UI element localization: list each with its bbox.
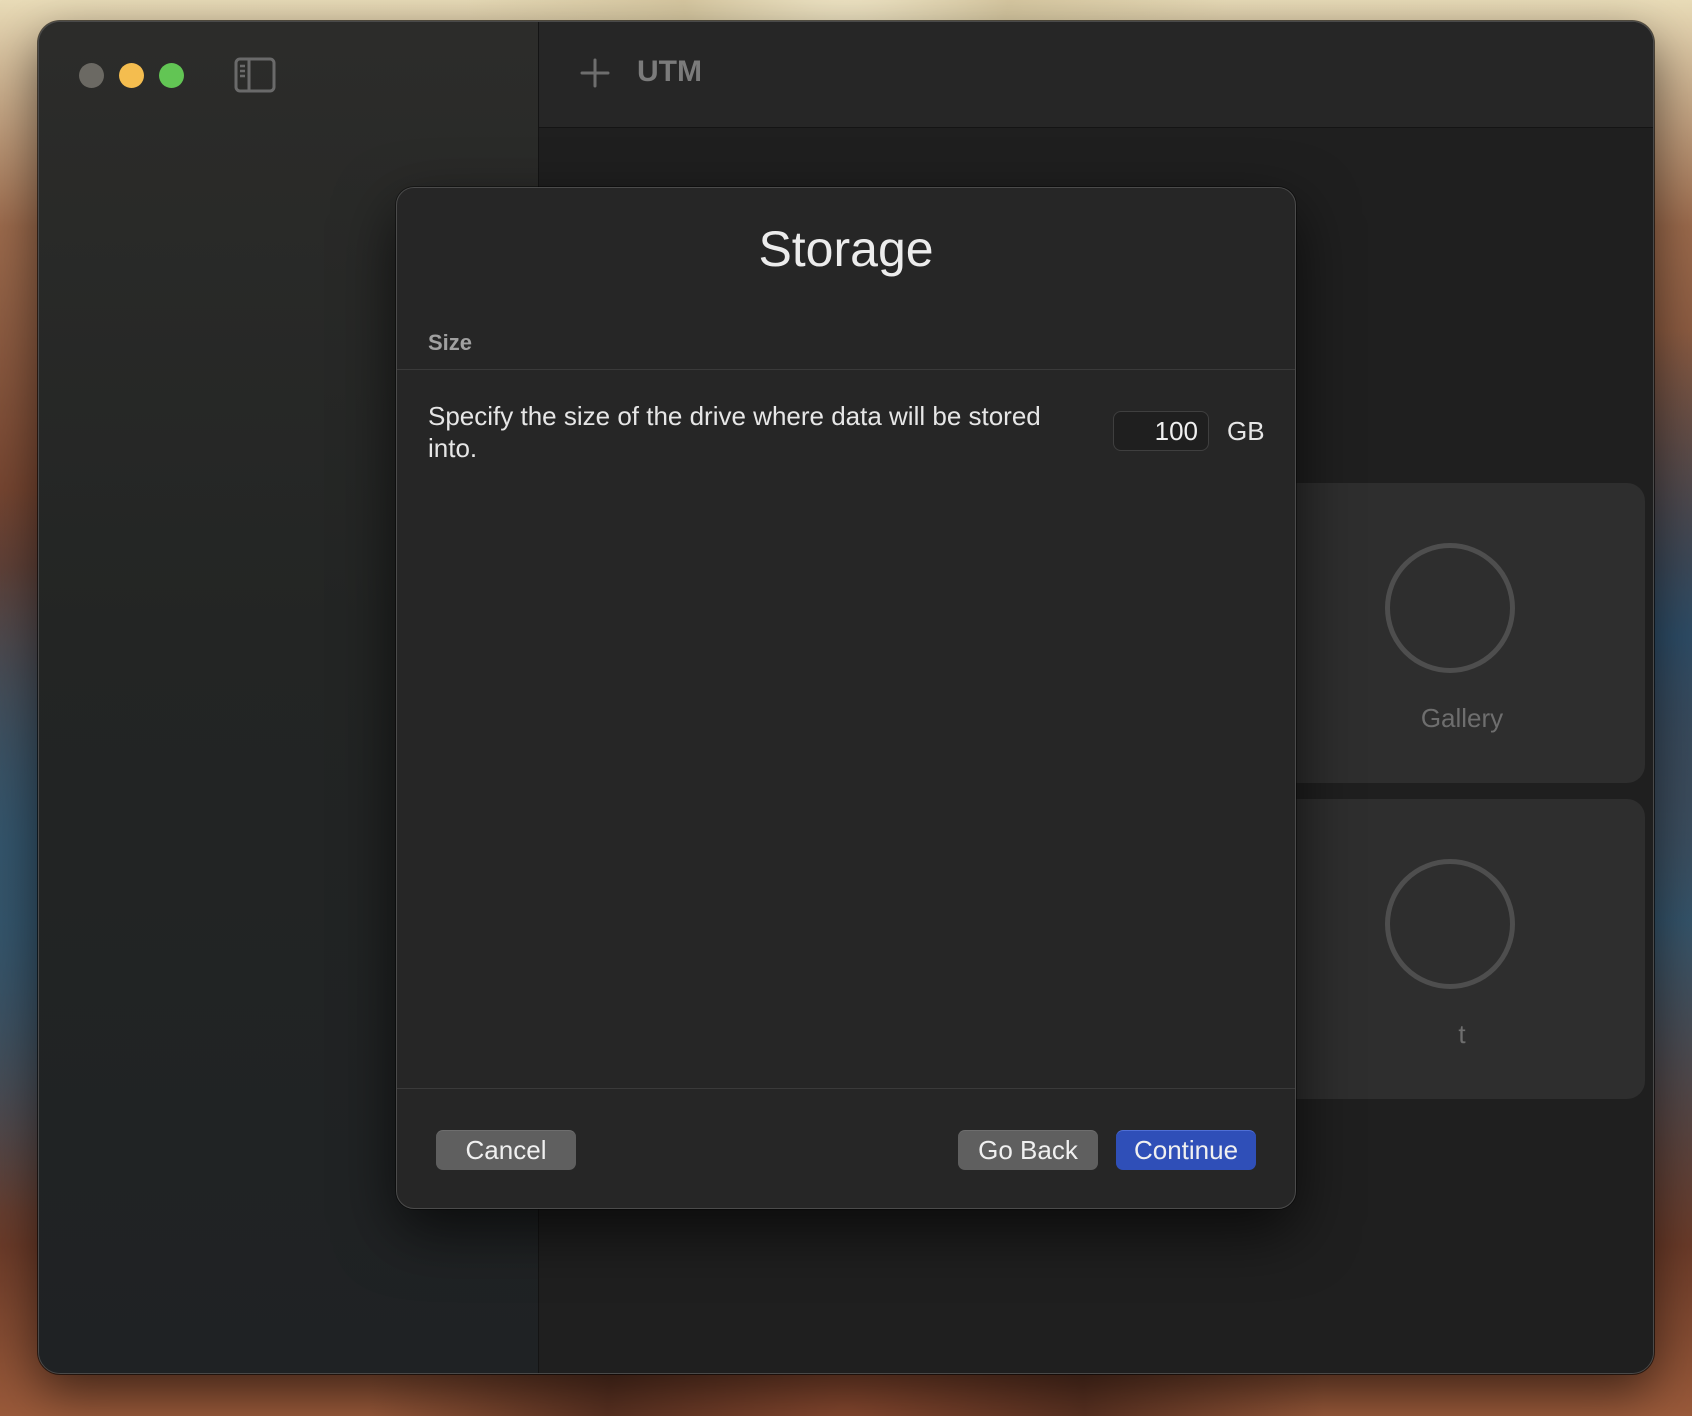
footer-divider	[397, 1088, 1295, 1089]
window-title: UTM	[637, 55, 702, 88]
gallery-icon	[1385, 543, 1515, 673]
dialog-title: Storage	[758, 221, 934, 277]
maximize-window-button[interactable]	[159, 63, 184, 88]
storage-dialog: Storage Size Specify the size of the dri…	[396, 187, 1296, 1209]
drive-size-input[interactable]	[1113, 411, 1209, 451]
cancel-button[interactable]: Cancel	[436, 1130, 576, 1170]
sidebar-toggle-icon[interactable]	[234, 57, 276, 93]
minimize-window-button[interactable]	[119, 63, 144, 88]
secondary-card-icon	[1385, 859, 1515, 989]
go-back-button[interactable]: Go Back	[958, 1130, 1098, 1170]
section-label-size: Size	[428, 330, 473, 355]
continue-button[interactable]: Continue	[1116, 1130, 1256, 1170]
toolbar: UTM	[539, 22, 1653, 128]
size-unit-label: GB	[1227, 416, 1265, 446]
plus-icon[interactable]	[577, 55, 613, 91]
close-window-button[interactable]	[79, 63, 104, 88]
gallery-card-label: Gallery	[1420, 703, 1504, 733]
gallery-card[interactable]: Gallery	[1279, 483, 1645, 783]
divider	[397, 369, 1295, 370]
secondary-card[interactable]: t	[1279, 799, 1645, 1099]
secondary-card-label: t	[1458, 1019, 1466, 1049]
size-description: Specify the size of the drive where data…	[428, 401, 1041, 463]
